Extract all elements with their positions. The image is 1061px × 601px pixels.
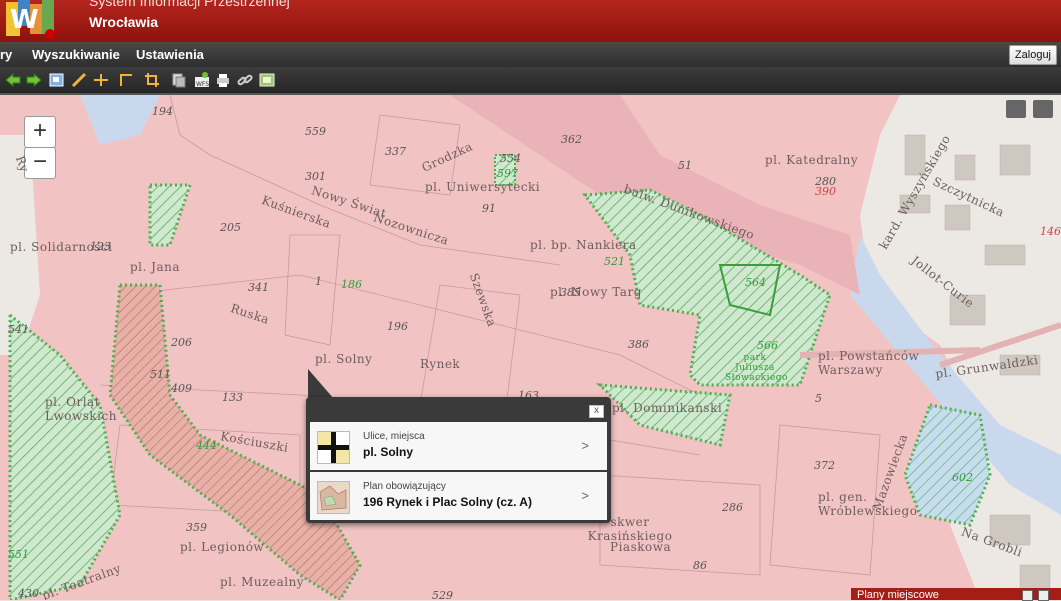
street-label: Rynek [420, 357, 461, 371]
plan-number: 541 [8, 323, 29, 336]
search-zoom-icon[interactable] [1033, 100, 1053, 118]
plan-number: 602 [952, 471, 973, 484]
map-icon[interactable] [48, 71, 66, 89]
plan-number: 564 [745, 276, 766, 289]
menu-item-ustawienia[interactable]: Ustawienia [136, 47, 204, 62]
plan-number: 91 [482, 202, 496, 215]
street-label-pl-solny: pl. Solny [315, 352, 373, 366]
layers-icon[interactable] [170, 71, 188, 89]
app-title-line2: Wrocławia [89, 14, 158, 30]
export-icon[interactable] [258, 71, 276, 89]
wfs-add-icon[interactable]: WFS [193, 71, 211, 89]
arrow-back-icon[interactable] [4, 71, 22, 89]
zoom-in-button[interactable]: + [24, 116, 56, 148]
plan-number: 206 [171, 336, 192, 349]
street-label: pl. Uniwersytecki [425, 180, 541, 194]
plan-number: 551 [8, 548, 29, 561]
plan-number: 430 [18, 587, 39, 600]
crop-icon[interactable] [143, 71, 161, 89]
measure-angle-icon[interactable] [117, 71, 135, 89]
plan-number: 337 [385, 145, 406, 158]
street-cross-icon [317, 431, 350, 464]
menu-bar: ry Wyszukiwanie Ustawienia Zaloguj [0, 42, 1061, 67]
app-title-line1: System Informacji Przestrzennej [89, 0, 290, 9]
chevron-right-icon: > [581, 488, 589, 503]
street-label: pl. Katedralny [765, 153, 859, 167]
street-label: pl. Dominikański [612, 401, 723, 415]
row-value: 196 Rynek i Plac Solny (cz. A) [363, 495, 532, 509]
popup-row-plan[interactable]: Plan obowiązujący 196 Rynek i Plac Solny… [310, 472, 607, 520]
plan-number: 521 [604, 255, 625, 268]
plan-map-icon [317, 481, 350, 514]
plan-number: 301 [305, 170, 326, 183]
plan-number: 390 [815, 185, 836, 198]
arrow-forward-icon[interactable] [25, 71, 43, 89]
comment-icon[interactable] [1006, 100, 1026, 118]
street-label: pl. Legionów [180, 540, 265, 554]
map-base [0, 95, 1061, 600]
close-icon[interactable]: x [589, 405, 604, 418]
plan-number: 529 [432, 589, 453, 600]
plan-number: 409 [171, 382, 192, 395]
plans-panel[interactable]: Plany miejscowe [851, 588, 1061, 601]
street-label: pl. Muzealny [220, 575, 305, 589]
plan-number: 444 [196, 439, 217, 452]
plan-number: 5 [815, 392, 822, 405]
street-label: pl. bp. Nankiera [530, 238, 637, 252]
plan-number: 511 [150, 368, 171, 381]
street-label: Piaskowa [610, 540, 672, 554]
plan-number: 146 [1040, 225, 1061, 238]
toolbar: WFS [0, 67, 1061, 95]
print-icon[interactable] [214, 71, 232, 89]
street-label: pl. Jana [130, 260, 180, 274]
logo-icon: W [6, 0, 55, 39]
plan-number: 1 [315, 275, 322, 288]
plan-number: 51 [678, 159, 692, 172]
svg-text:W: W [10, 5, 39, 35]
plan-number: 372 [814, 459, 835, 472]
row-category: Plan obowiązujący [363, 481, 446, 492]
info-popup: x Ulice, miejsca pl. Solny > Plan obowią… [306, 397, 611, 523]
street-label: pl. Powstańców Warszawy [818, 349, 920, 377]
plan-number: 597 [497, 167, 518, 180]
plan-number: 559 [305, 125, 326, 138]
menu-item-wyszukiwanie[interactable]: Wyszukiwanie [32, 47, 120, 62]
street-label: pl. gen. Wróblewskiego [818, 490, 918, 518]
row-category: Ulice, miejsca [363, 431, 425, 442]
plan-number: 186 [341, 278, 362, 291]
maximize-icon[interactable] [1038, 590, 1049, 601]
street-label: park Juliusza Słowackiego [725, 353, 788, 383]
login-button[interactable]: Zaloguj [1008, 45, 1057, 65]
plan-number: 205 [220, 221, 241, 234]
row-value: pl. Solny [363, 445, 414, 459]
link-icon[interactable] [236, 71, 254, 89]
pencil-icon[interactable] [70, 71, 88, 89]
measure-distance-icon[interactable] [92, 71, 110, 89]
street-label: pl. Orląt Lwowskich [45, 395, 117, 423]
plan-number: 196 [387, 320, 408, 333]
plan-number: 359 [186, 521, 207, 534]
popup-row-street[interactable]: Ulice, miejsca pl. Solny > [310, 422, 607, 470]
plan-number: 133 [222, 391, 243, 404]
svg-text:WFS: WFS [196, 81, 209, 88]
plan-number: 123 [90, 240, 111, 253]
map-view[interactable]: + − pl. Solidarności pl. Jana pl. Uniwer… [0, 95, 1061, 600]
menu-item-partial[interactable]: ry [0, 47, 12, 62]
chevron-right-icon: > [581, 438, 589, 453]
plan-number: 341 [248, 281, 269, 294]
minimize-icon[interactable] [1022, 590, 1033, 601]
plan-number: 385 [560, 286, 581, 299]
plan-number: 362 [561, 133, 582, 146]
plan-number: 286 [722, 501, 743, 514]
plan-number: 86 [693, 559, 707, 572]
plan-number: 194 [152, 105, 173, 118]
plan-number: 554 [500, 152, 521, 165]
app-header: W System Informacji Przestrzennej Wrocła… [0, 0, 1061, 42]
plan-number: 566 [757, 339, 778, 352]
panel-title: Plany miejscowe [857, 589, 939, 601]
plan-number: 386 [628, 338, 649, 351]
